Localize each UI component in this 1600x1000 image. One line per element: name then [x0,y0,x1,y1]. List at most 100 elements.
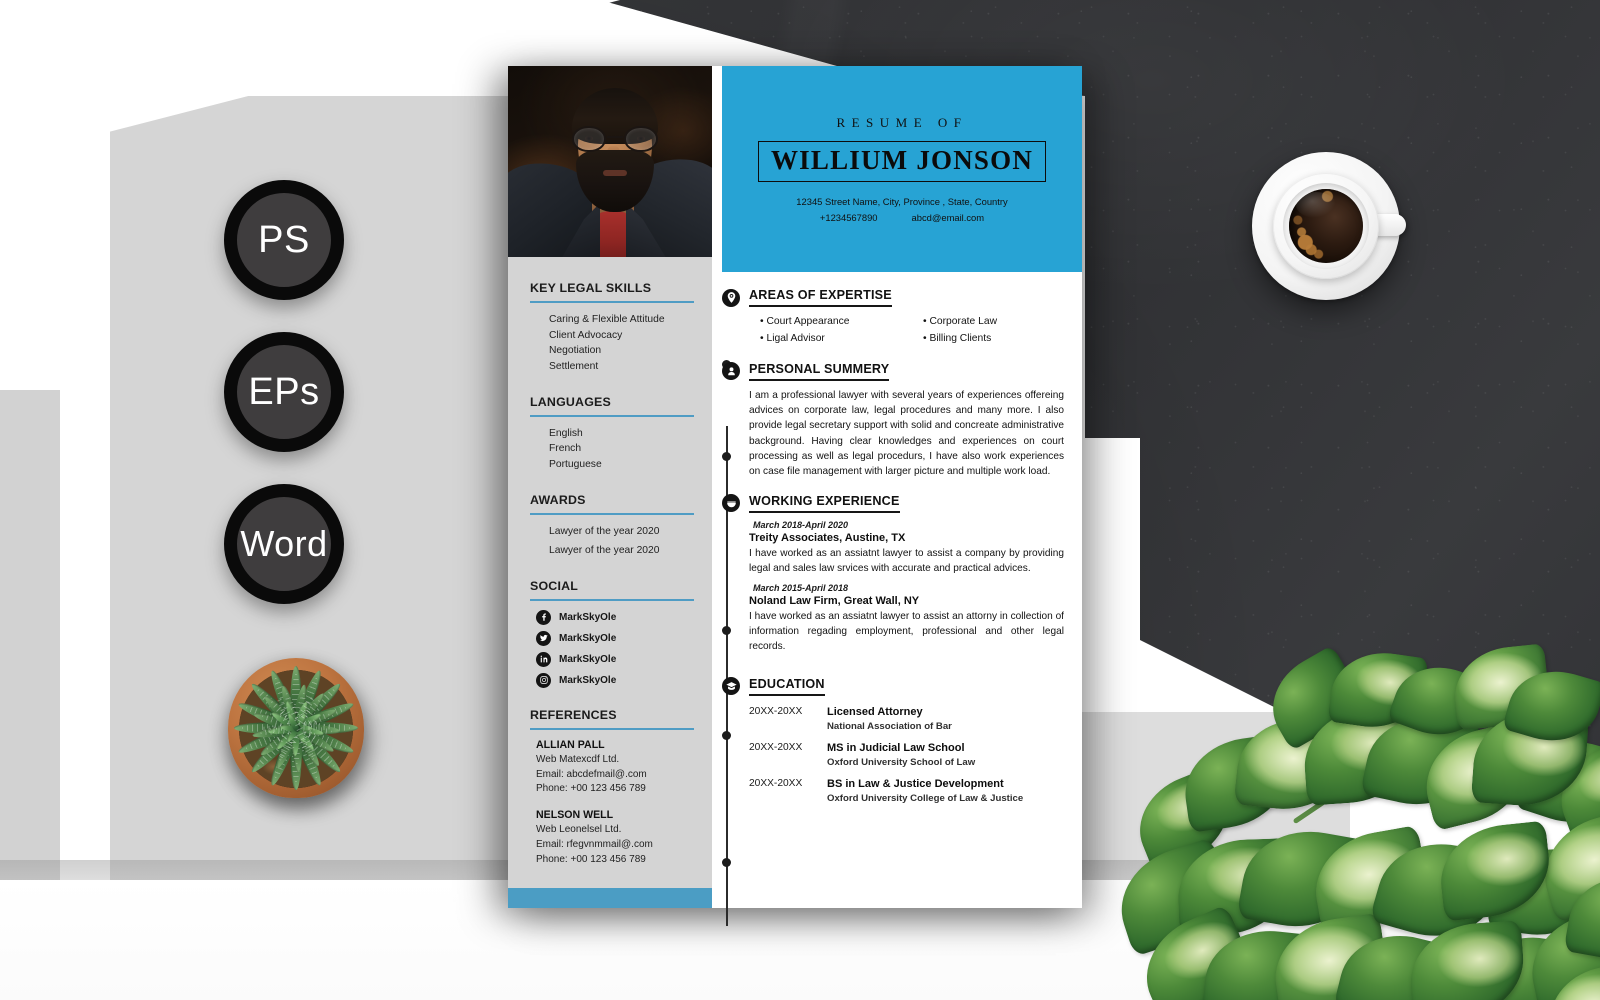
briefcase-icon [722,494,740,513]
badge-eps-label: EPs [248,370,320,413]
education-detail: BS in Law & Justice Development Oxford U… [827,778,1023,804]
list-item: Client Advocacy [549,329,623,341]
cup-gloss [1296,192,1336,218]
page-title: WILLIUM JONSON [770,145,1034,175]
languages-list: English French Portuguese [530,426,694,473]
section-areas-of-expertise: AREAS OF EXPERTISE • Court Appearance • … [722,288,1068,348]
expertise-title-wrap: AREAS OF EXPERTISE [749,288,892,308]
expertise-heading: AREAS OF EXPERTISE [749,288,892,302]
education-detail: Licensed Attorney National Association o… [827,706,952,732]
experience-heading: WORKING EXPERIENCE [749,493,900,508]
reference-item: ALLIAN PALL Web Matexcdf Ltd. Email: abc… [530,739,694,797]
social-item-twitter[interactable]: MarkSkyOle [530,630,694,646]
header-contact: +1234567890 abcd@email.com [820,212,984,223]
social-heading: SOCIAL [530,578,579,593]
list-item: • Billing Clients [923,332,992,344]
header-address: 12345 Street Name, City, Province , Stat… [796,196,1008,207]
education-degree: Licensed Attorney [827,705,923,718]
social-item-instagram[interactable]: MarkSkyOle [530,672,694,688]
lens-right [624,126,658,152]
succulent-plant [212,640,380,815]
summary-title-wrap: PERSONAL SUMMERY [749,361,890,381]
education-detail: MS in Judicial Law School Oxford Univers… [827,742,975,768]
summary-heading: PERSONAL SUMMERY [749,361,890,376]
header-kicker: RESUME OF [836,115,968,130]
reference-name: ALLIAN PALL [536,738,605,751]
section-awards: AWARDS Lawyer of the year 2020 Lawyer of… [530,493,694,559]
header-phone: +1234567890 [819,212,878,223]
social-handle: MarkSkyOle [559,611,617,623]
list-item: • Ligal Advisor [760,332,825,344]
portrait-photo [508,66,712,258]
section-languages: LANGUAGES English French Portuguese [530,395,694,473]
list-item: Lawyer of the year 2020 [549,545,660,557]
glasses-bridge [607,136,623,139]
education-degree: BS in Law & Justice Development [827,777,1004,790]
education-institution: Oxford University College of Law & Justi… [827,792,1024,804]
reference-name: NELSON WELL [536,809,614,822]
social-handle: MarkSkyOle [559,674,617,686]
experience-title-wrap: WORKING EXPERIENCE [749,494,900,513]
instagram-icon [536,672,551,688]
person-icon [722,362,740,381]
job-date: March 2015-April 2018 [753,583,849,594]
section-key-legal-skills: KEY LEGAL SKILLS Caring & Flexible Attit… [530,281,694,375]
reference-company: Web Matexcdf Ltd. [536,753,620,765]
summary-header: PERSONAL SUMMERY [722,362,1068,381]
sidebar-content: KEY LEGAL SKILLS Caring & Flexible Attit… [508,257,712,888]
education-institution: Oxford University School of Law [827,756,976,768]
resume-header: RESUME OF WILLIUM JONSON 12345 Street Na… [722,66,1082,272]
resume-sidebar: KEY LEGAL SKILLS Caring & Flexible Attit… [508,66,712,908]
job-description: I have worked as an assiatnt lawyer to a… [749,611,1064,653]
education-header: EDUCATION [722,677,1068,696]
mouth [603,170,627,176]
reference-email: Email: rfegvnmmail@.com [536,839,653,850]
expertise-column-left: • Court Appearance • Ligal Advisor [760,314,905,347]
languages-heading: LANGUAGES [530,394,611,409]
experience-item: March 2015-April 2018 Noland Law Firm, G… [722,583,1068,654]
list-item: Negotiation [549,345,602,357]
linkedin-icon [536,651,551,667]
list-item: • Corporate Law [923,316,998,328]
job-date: March 2018-April 2020 [753,519,849,530]
expertise-header: AREAS OF EXPERTISE [722,288,1068,308]
list-item: English [549,427,583,439]
social-handle: MarkSkyOle [559,653,617,665]
education-date: 20XX-20XX [749,741,803,753]
lens-left [572,126,606,152]
header-email: abcd@email.com [911,212,985,223]
resume-page: KEY LEGAL SKILLS Caring & Flexible Attit… [508,66,1082,926]
background-left-gray-strip [0,390,60,902]
section-references: REFERENCES ALLIAN PALL Web Matexcdf Ltd.… [530,708,694,868]
education-degree: MS in Judicial Law School [827,741,965,754]
education-date: 20XX-20XX [749,777,803,789]
target-icon [722,288,740,307]
header-name-box: WILLIUM JONSON [757,141,1047,182]
job-description: I have worked as an assiatnt lawyer to a… [749,547,1064,575]
facebook-icon [536,609,551,625]
list-item: Portuguese [549,458,602,470]
education-date: 20XX-20XX [749,705,803,717]
summary-text: I am a professional lawyer with several … [749,389,1064,478]
badge-ps: PS [224,180,344,300]
list-item: Lawyer of the year 2020 [549,525,660,537]
section-social: SOCIAL MarkSkyOle MarkSkyOle MarkSkyOle … [530,579,694,688]
social-item-linkedin[interactable]: MarkSkyOle [530,651,694,667]
resume-main-column: RESUME OF WILLIUM JONSON 12345 Street Na… [712,66,1082,926]
section-personal-summery: PERSONAL SUMMERY I am a professional law… [722,362,1068,480]
sidebar-bottom-bar [508,887,712,908]
experience-underline [749,510,900,513]
references-heading: REFERENCES [530,707,617,722]
awards-rule [530,512,694,515]
list-item: Caring & Flexible Attitude [549,314,665,326]
social-item-facebook[interactable]: MarkSkyOle [530,609,694,625]
mockup-scene: PS EPs Word KEY LEGAL SKILLS Caring & Fl… [0,0,1600,1000]
graduation-cap-icon [722,677,740,696]
experience-header: WORKING EXPERIENCE [722,494,1068,513]
reference-item: NELSON WELL Web Leonelsel Ltd. Email: rf… [530,809,694,867]
skills-rule [530,301,694,304]
awards-heading: AWARDS [530,492,586,507]
list-item: • Court Appearance [760,316,850,328]
education-institution: National Association of Bar [827,720,952,732]
coffee-cup [1252,152,1406,300]
